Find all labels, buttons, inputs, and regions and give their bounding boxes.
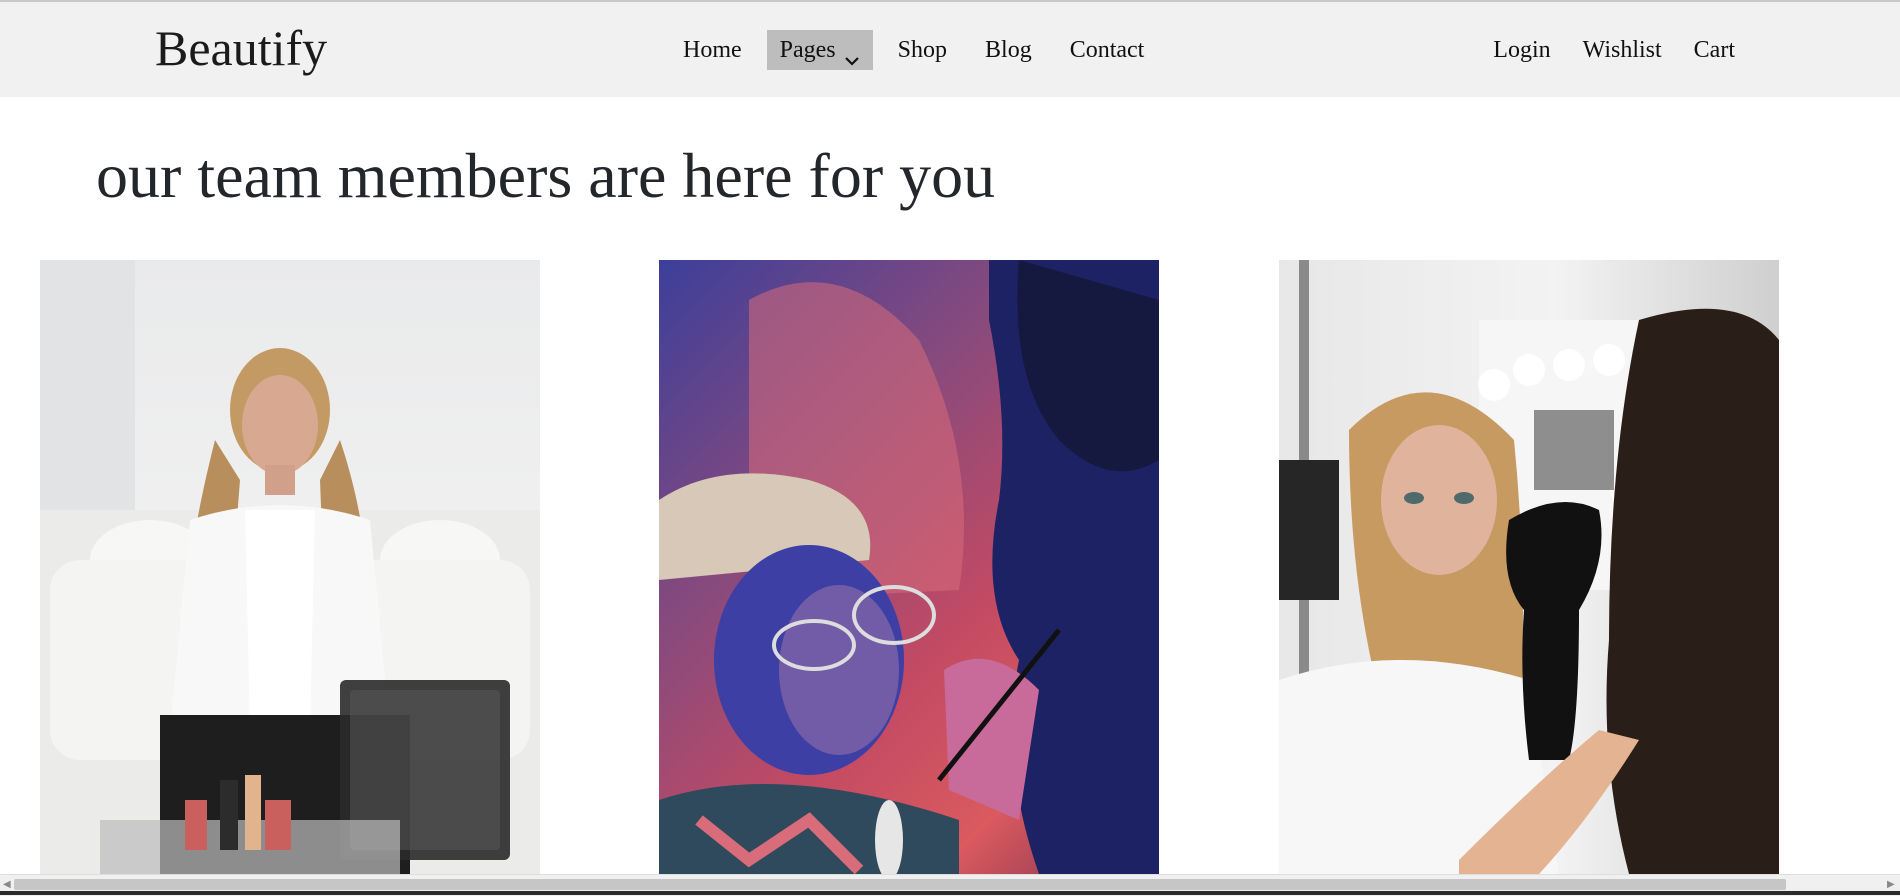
chevron-down-icon bbox=[844, 42, 860, 66]
nav-contact-label: Contact bbox=[1069, 37, 1145, 63]
nav-pages-label: Pages bbox=[779, 37, 836, 63]
navbar: Beautify Home Pages Shop Blog Contact Lo… bbox=[0, 2, 1900, 97]
team-photo-2 bbox=[659, 260, 1159, 874]
scrollbar-thumb[interactable] bbox=[14, 879, 1786, 890]
nav-home-label: Home bbox=[683, 37, 742, 63]
nav-shop-label: Shop bbox=[897, 37, 948, 63]
nav-shop[interactable]: Shop bbox=[885, 30, 960, 70]
window-bottom-border bbox=[0, 891, 1900, 895]
scroll-right-arrow-icon[interactable]: ▶ bbox=[1887, 880, 1897, 890]
nav-cart-label: Cart bbox=[1693, 37, 1735, 63]
nav-wishlist-label: Wishlist bbox=[1582, 37, 1662, 63]
team-photo-1 bbox=[40, 260, 540, 874]
nav-cart[interactable]: Cart bbox=[1694, 30, 1735, 70]
nav-login-label: Login bbox=[1493, 37, 1551, 63]
scroll-left-arrow-icon[interactable]: ◀ bbox=[3, 880, 13, 890]
nav-wishlist[interactable]: Wishlist bbox=[1583, 30, 1662, 70]
brand-logo[interactable]: Beautify bbox=[155, 18, 327, 78]
nav-blog-label: Blog bbox=[985, 37, 1032, 63]
account-nav: Login Wishlist Cart bbox=[1493, 30, 1735, 70]
team-photo-3-illustration bbox=[1279, 260, 1779, 874]
nav-login[interactable]: Login bbox=[1493, 30, 1550, 70]
page-heading: our team members are here for you bbox=[96, 140, 996, 211]
team-photo-3 bbox=[1279, 260, 1779, 874]
nav-contact[interactable]: Contact bbox=[1057, 30, 1158, 70]
nav-pages-dropdown[interactable]: Pages bbox=[766, 30, 873, 70]
nav-blog[interactable]: Blog bbox=[972, 30, 1045, 70]
main-nav: Home Pages Shop Blog Contact bbox=[670, 30, 1169, 70]
nav-home[interactable]: Home bbox=[670, 30, 755, 70]
team-photo-2-illustration bbox=[659, 260, 1159, 874]
team-photo-1-illustration bbox=[40, 260, 540, 874]
